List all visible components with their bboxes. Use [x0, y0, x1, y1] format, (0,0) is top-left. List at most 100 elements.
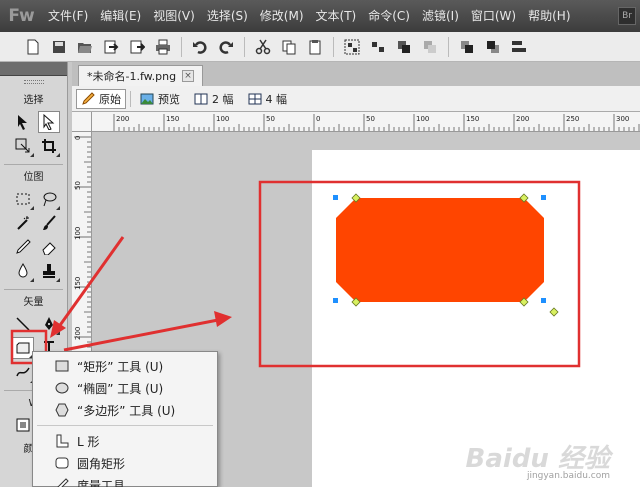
stamp-tool-icon[interactable] — [38, 260, 60, 282]
menu-help[interactable]: 帮助(H) — [522, 0, 576, 32]
menu-commands[interactable]: 命令(C) — [362, 0, 416, 32]
ruler-label: 300 — [616, 115, 629, 123]
menu-modify[interactable]: 修改(M) — [254, 0, 310, 32]
ungroup-icon[interactable] — [365, 34, 391, 60]
undo-icon[interactable] — [187, 34, 213, 60]
close-icon[interactable]: × — [182, 70, 195, 82]
export-icon[interactable] — [124, 34, 150, 60]
ruler-label: 50 — [74, 181, 82, 190]
measure-tool-label: 度量工具 — [77, 478, 126, 487]
polygon-icon — [55, 403, 69, 417]
l-shape-tool-item[interactable]: L 形 — [33, 430, 217, 452]
copy-icon[interactable] — [276, 34, 302, 60]
blur-tool-icon[interactable] — [12, 260, 34, 282]
ruler-label: 200 — [74, 327, 82, 340]
print-icon[interactable] — [150, 34, 176, 60]
tools-grip[interactable] — [0, 76, 67, 88]
lasso-tool-icon[interactable] — [38, 188, 60, 210]
scale-tool-icon[interactable] — [12, 135, 34, 157]
shape-tool-flyout: “矩形” 工具 (U) “椭圆” 工具 (U) “多边形” 工具 (U) L 形… — [32, 351, 218, 487]
eraser-tool-icon[interactable] — [38, 236, 60, 258]
pointer-tool-icon[interactable] — [12, 111, 34, 133]
document-page[interactable] — [312, 150, 640, 487]
ruler-label: 250 — [566, 115, 579, 123]
document-tabbar: *未命名-1.fw.png × — [72, 62, 640, 86]
toolbar-separator — [333, 36, 334, 57]
line-tool-icon[interactable] — [12, 313, 34, 335]
toolbar-separator — [448, 36, 449, 57]
toolbar-separator — [244, 36, 245, 57]
polygon-tool-label: “多边形” 工具 (U) — [77, 403, 176, 418]
view-preview-label: 预览 — [158, 92, 180, 106]
toolbar-separator — [181, 36, 182, 57]
ruler-label: 100 — [416, 115, 429, 123]
crop-tool-icon[interactable] — [38, 135, 60, 157]
bridge-badge[interactable]: Br — [618, 7, 636, 25]
group-icon[interactable] — [339, 34, 365, 60]
redo-icon[interactable] — [213, 34, 239, 60]
image-icon — [140, 93, 154, 104]
join-icon[interactable] — [391, 34, 417, 60]
document-tab-title: *未命名-1.fw.png — [87, 70, 177, 83]
app-logo: Fw — [8, 6, 34, 26]
marquee-tool-icon[interactable] — [12, 188, 34, 210]
menu-file[interactable]: 文件(F) — [42, 0, 94, 32]
brush-tool-icon[interactable] — [38, 212, 60, 234]
rectangle-icon — [55, 360, 69, 372]
rectangle-tool-item[interactable]: “矩形” 工具 (U) — [33, 355, 217, 377]
measure-icon — [57, 478, 69, 487]
tools-panel-header[interactable] — [0, 62, 67, 76]
ellipse-tool-item[interactable]: “椭圆” 工具 (U) — [33, 377, 217, 399]
cut-icon[interactable] — [250, 34, 276, 60]
shape-tool-icon[interactable] — [12, 337, 34, 359]
tools-divider — [4, 164, 63, 165]
tools-bitmap-label: 位图 — [23, 172, 44, 183]
ruler-label: 0 — [316, 115, 320, 123]
menu-view[interactable]: 视图(V) — [147, 0, 201, 32]
ruler-label: 150 — [74, 277, 82, 290]
view-2up-button[interactable]: 2 幅 — [189, 89, 239, 109]
align-icon[interactable] — [506, 34, 532, 60]
split-icon[interactable] — [417, 34, 443, 60]
view-preview-button[interactable]: 预览 — [135, 89, 185, 109]
slice-tool-icon[interactable] — [12, 414, 34, 436]
send-back-icon[interactable] — [480, 34, 506, 60]
new-icon[interactable] — [20, 34, 46, 60]
subselect-tool-icon[interactable] — [38, 111, 60, 133]
tools-select-label: 选择 — [23, 95, 44, 106]
rounded-rect-tool-item[interactable]: 圆角矩形 — [33, 452, 217, 474]
menu-window[interactable]: 窗口(W) — [465, 0, 522, 32]
ruler-label: 150 — [466, 115, 479, 123]
paste-icon[interactable] — [302, 34, 328, 60]
menu-filters[interactable]: 滤镜(I) — [416, 0, 465, 32]
horizontal-ruler[interactable]: 20015010050050100150200250300350 — [92, 112, 640, 132]
tools-vector-label: 矢量 — [23, 297, 44, 308]
open-icon[interactable] — [72, 34, 98, 60]
pen-tool-icon[interactable] — [38, 313, 60, 335]
two-up-icon — [194, 93, 208, 104]
ruler-label: 50 — [266, 115, 275, 123]
pencil-tool-icon[interactable] — [12, 236, 34, 258]
measure-tool-item[interactable]: 度量工具 — [33, 474, 217, 487]
menu-select[interactable]: 选择(S) — [201, 0, 254, 32]
watermark: Baidu 经验 jingyan.baidu.com — [466, 438, 610, 481]
ruler-label: 200 — [516, 115, 529, 123]
document-tab[interactable]: *未命名-1.fw.png × — [78, 65, 204, 86]
menu-edit[interactable]: 编辑(E) — [94, 0, 147, 32]
flyout-separator — [37, 425, 213, 426]
main-toolbar — [0, 32, 640, 62]
magic-wand-icon[interactable] — [12, 212, 34, 234]
l-shape-icon — [56, 434, 69, 448]
bring-front-icon[interactable] — [454, 34, 480, 60]
view-original-button[interactable]: 原始 — [76, 88, 126, 109]
view-4up-button[interactable]: 4 幅 — [243, 89, 293, 109]
polygon-tool-item[interactable]: “多边形” 工具 (U) — [33, 399, 217, 421]
freeform-tool-icon[interactable] — [12, 361, 34, 383]
rectangle-tool-label: “矩形” 工具 (U) — [77, 359, 164, 374]
ruler-label: 0 — [74, 136, 82, 140]
import-icon[interactable] — [98, 34, 124, 60]
menu-text[interactable]: 文本(T) — [310, 0, 363, 32]
watermark-logo: Baidu 经验 — [465, 444, 610, 474]
save-icon[interactable] — [46, 34, 72, 60]
viewbar-separator — [130, 90, 131, 107]
